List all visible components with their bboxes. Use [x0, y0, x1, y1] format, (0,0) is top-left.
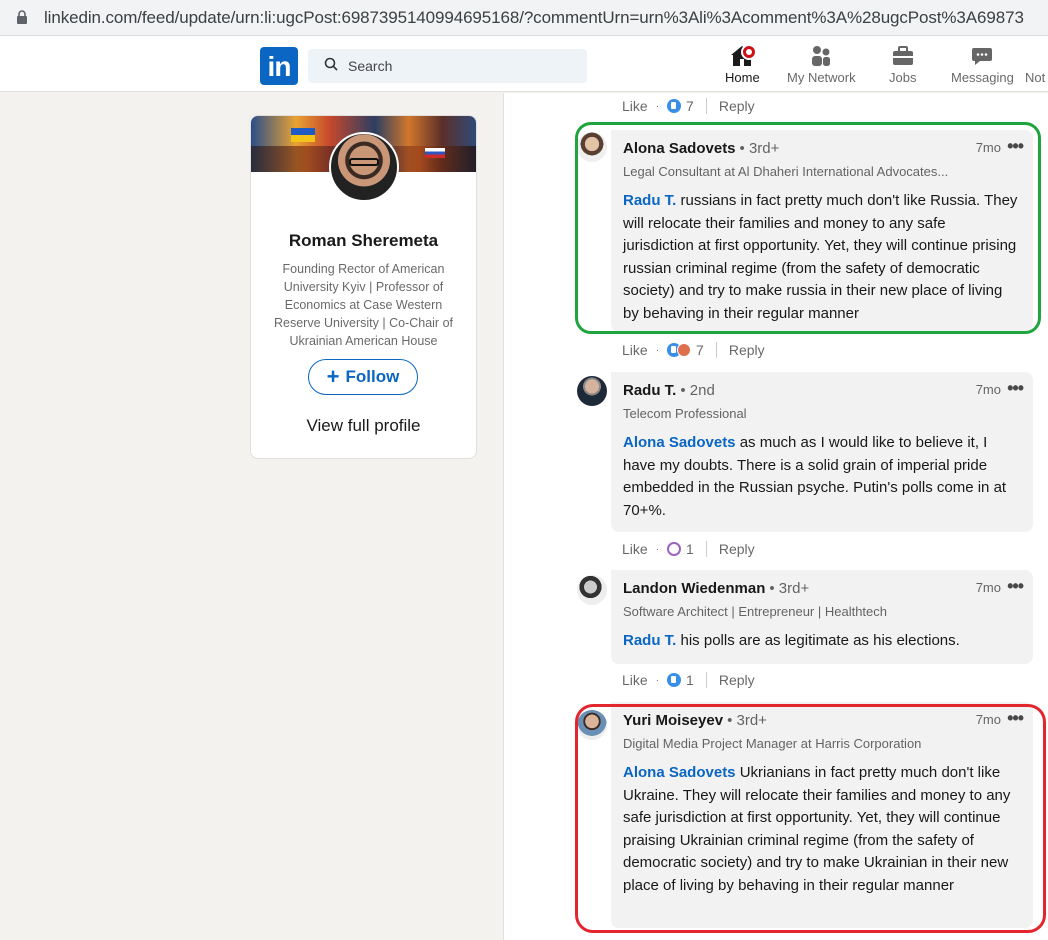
nav-jobs[interactable]: Jobs [889, 42, 916, 92]
like-reaction-icon [667, 99, 682, 113]
notification-badge [741, 44, 757, 60]
love-reaction-icon [677, 343, 692, 357]
more-options-icon[interactable]: ••• [1007, 378, 1024, 399]
view-full-profile-link[interactable]: View full profile [251, 416, 476, 436]
chat-icon [970, 42, 994, 70]
more-options-icon[interactable]: ••• [1007, 136, 1024, 157]
reaction-count[interactable]: 7 [696, 342, 704, 358]
commenter-headline: Digital Media Project Manager at Harris … [623, 736, 922, 751]
like-reaction-icon [667, 673, 682, 687]
commenter-headline: Software Architect | Entrepreneur | Heal… [623, 604, 887, 619]
connection-degree: • 2nd [680, 382, 715, 399]
comment-actions: Like · 7 Reply [622, 342, 765, 358]
flag-graphic [291, 128, 315, 142]
connection-degree: • 3rd+ [769, 580, 810, 597]
avatar[interactable] [577, 575, 607, 605]
comment-actions: Like · 1 Reply [622, 672, 755, 688]
avatar[interactable] [577, 132, 607, 162]
mention-link[interactable]: Alona Sadovets [623, 764, 736, 781]
search-icon [324, 57, 338, 76]
comment-bubble: Landon Wiedenman • 3rd+ 7mo ••• Software … [611, 570, 1033, 664]
nav-notifications-label: Not [1025, 70, 1046, 85]
more-options-icon[interactable]: ••• [1007, 708, 1024, 729]
like-button[interactable]: Like [622, 342, 648, 358]
url-text[interactable]: linkedin.com/feed/update/urn:li:ugcPost:… [44, 8, 1024, 28]
browser-address-bar[interactable]: linkedin.com/feed/update/urn:li:ugcPost:… [0, 0, 1048, 36]
search-placeholder: Search [348, 58, 393, 74]
nav-jobs-label: Jobs [889, 70, 917, 85]
comment-time: 7mo [975, 712, 1001, 727]
comment-text: Radu T. russians in fact pretty much don… [623, 192, 1018, 322]
profile-card: Roman Sheremeta Founding Rector of Ameri… [250, 115, 477, 459]
briefcase-icon [891, 42, 915, 70]
profile-avatar[interactable] [329, 132, 399, 202]
follow-button-label: Follow [345, 367, 400, 386]
comment-text: Radu T. his polls are as legitimate as h… [623, 632, 960, 649]
nav-home[interactable]: Home [713, 42, 772, 97]
profile-headline: Founding Rector of American University K… [274, 262, 453, 348]
avatar[interactable] [577, 710, 607, 740]
connection-degree: • 3rd+ [727, 712, 767, 729]
connection-degree: • 3rd+ [739, 140, 780, 157]
nav-messaging-label: Messaging [951, 70, 1014, 85]
top-navbar: in Search Home My Network Jobs Messaging… [0, 36, 1048, 97]
mention-link[interactable]: Alona Sadovets [623, 434, 736, 451]
lock-icon [16, 9, 32, 26]
comment-actions: Like · 7 Reply [622, 98, 755, 114]
comment-text: Alona Sadovets as much as I would like t… [623, 434, 1007, 519]
comment-time: 7mo [975, 382, 1001, 397]
nav-my-network-label: My Network [787, 70, 856, 85]
curious-reaction-icon [667, 542, 682, 556]
commenter-name[interactable]: Radu T. [623, 382, 676, 399]
comment-time: 7mo [975, 140, 1001, 155]
like-button[interactable]: Like [622, 672, 648, 688]
nav-home-label: Home [725, 70, 760, 85]
more-options-icon[interactable]: ••• [1007, 576, 1024, 597]
commenter-headline: Telecom Professional [623, 406, 747, 421]
plus-icon: + [326, 364, 340, 389]
reply-button[interactable]: Reply [729, 342, 765, 358]
commenter-name[interactable]: Landon Wiedenman [623, 580, 765, 597]
commenter-name[interactable]: Yuri Moiseyev [623, 712, 723, 729]
commenter-name[interactable]: Alona Sadovets [623, 140, 736, 157]
linkedin-logo[interactable]: in [260, 47, 298, 85]
commenter-headline: Legal Consultant at Al Dhaheri Internati… [623, 164, 949, 179]
follow-button[interactable]: + Follow [308, 359, 418, 395]
nav-notifications[interactable]: Not [1025, 42, 1045, 92]
reply-button[interactable]: Reply [719, 98, 755, 114]
mention-link[interactable]: Radu T. [623, 192, 676, 209]
comment-time: 7mo [975, 580, 1001, 595]
reply-button[interactable]: Reply [719, 672, 755, 688]
reaction-count[interactable]: 1 [686, 672, 694, 688]
people-icon [809, 42, 833, 70]
search-input[interactable]: Search [308, 49, 587, 83]
reply-button[interactable]: Reply [719, 541, 755, 557]
comment-bubble: Radu T. • 2nd 7mo ••• Telecom Professiona… [611, 372, 1033, 532]
avatar[interactable] [577, 376, 607, 406]
flag-graphic [425, 148, 445, 158]
nav-messaging[interactable]: Messaging [951, 42, 1014, 92]
comment-bubble: Yuri Moiseyev • 3rd+ 7mo ••• Digital Medi… [611, 702, 1033, 928]
profile-name[interactable]: Roman Sheremeta [251, 231, 476, 251]
comment-actions: Like · 1 Reply [622, 541, 755, 557]
comment-bubble: Alona Sadovets • 3rd+ 7mo ••• Legal Consu… [611, 130, 1033, 332]
mention-link[interactable]: Radu T. [623, 632, 676, 649]
comment-text: Alona Sadovets Ukrianians in fact pretty… [623, 764, 1011, 894]
like-button[interactable]: Like [622, 541, 648, 557]
reaction-count[interactable]: 1 [686, 541, 694, 557]
nav-my-network[interactable]: My Network [787, 42, 856, 92]
like-button[interactable]: Like [622, 98, 648, 114]
reaction-count[interactable]: 7 [686, 98, 694, 114]
